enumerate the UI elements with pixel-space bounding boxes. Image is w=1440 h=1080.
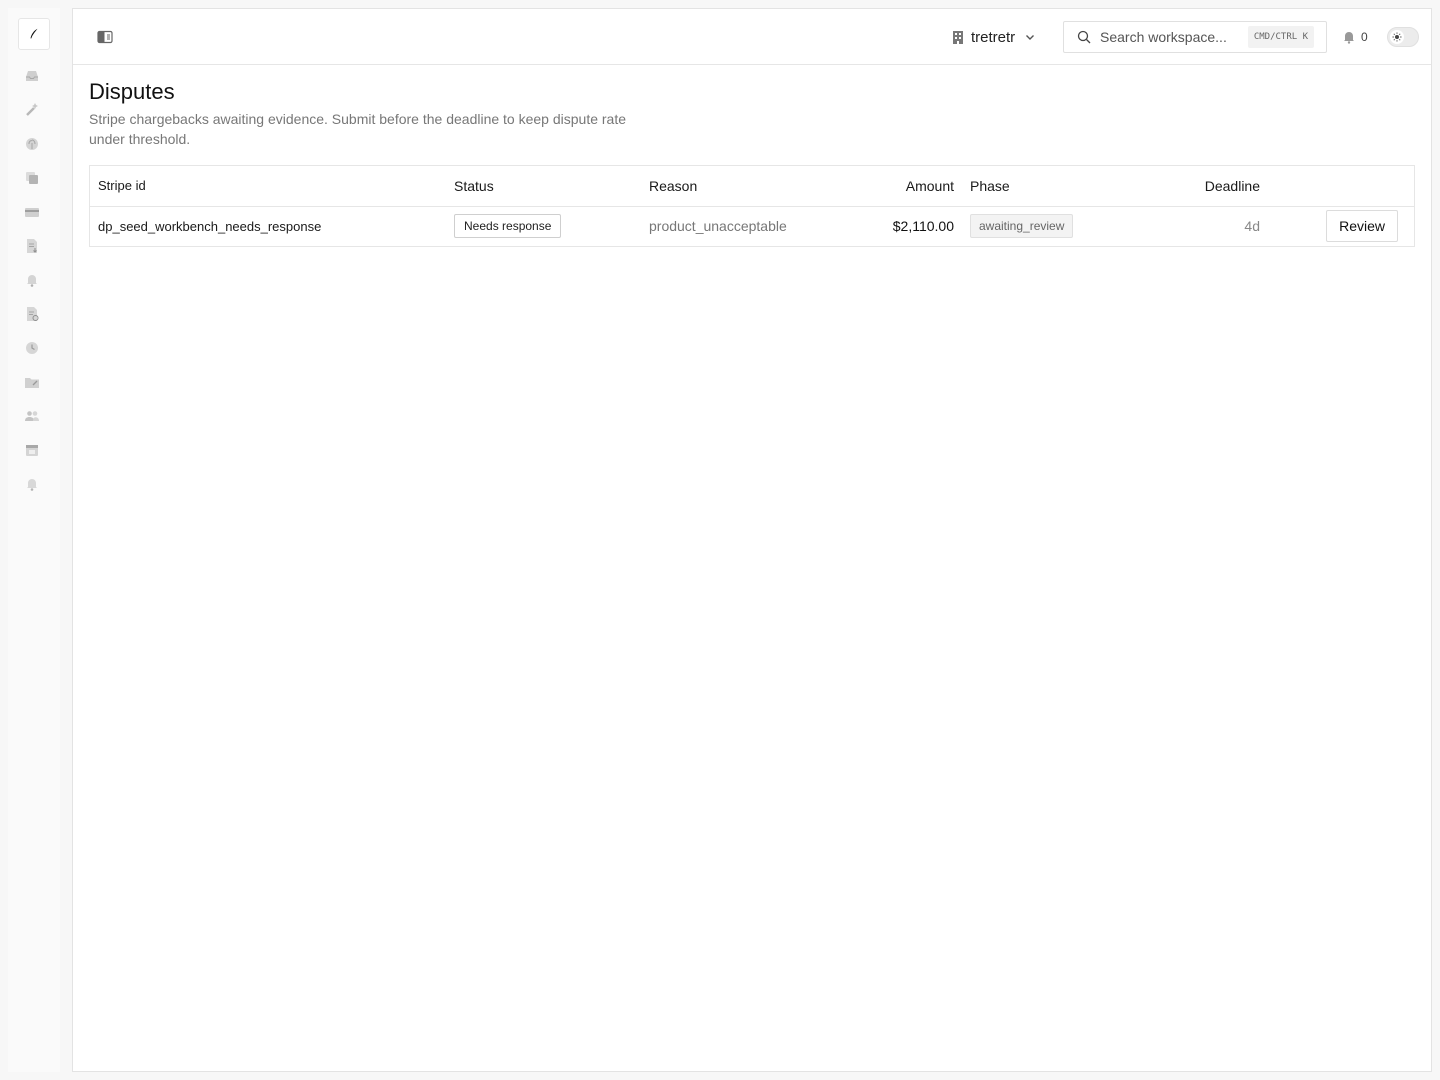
sidebar-item-alerts[interactable] [22, 270, 42, 290]
sidebar-item-fingerprint[interactable] [22, 134, 42, 154]
column-header-deadline: Deadline [1186, 166, 1268, 207]
cell-reason: product_unacceptable [649, 218, 787, 235]
toggle-sidebar-button[interactable] [95, 27, 115, 47]
cell-status: Needs response [446, 206, 641, 246]
credit-card-icon [25, 208, 39, 217]
sidebar-rail [8, 8, 60, 1072]
search-input[interactable]: Search workspace... CMD/CTRL K [1063, 21, 1327, 53]
document-refresh-icon [27, 307, 39, 321]
table-row[interactable]: dp_seed_workbench_needs_response Needs r… [90, 206, 1414, 246]
sidebar-item-reports[interactable] [22, 304, 42, 324]
notifications-button[interactable]: 0 [1343, 28, 1368, 46]
sidebar-item-files[interactable] [22, 372, 42, 392]
sun-icon [1392, 32, 1402, 42]
clock-icon [26, 342, 38, 354]
sidebar-item-payments[interactable] [22, 202, 42, 222]
search-placeholder: Search workspace... [1100, 29, 1227, 45]
sidebar-item-calendar[interactable] [22, 440, 42, 460]
column-header-action [1268, 166, 1414, 207]
document-download-icon [27, 239, 37, 253]
app-logo[interactable] [18, 18, 50, 50]
review-button[interactable]: Review [1326, 210, 1398, 243]
inbox-icon [26, 71, 38, 81]
sidebar-item-notifications[interactable] [22, 474, 42, 494]
cell-phase: awaiting_review [962, 206, 1186, 246]
calendar-icon [26, 445, 38, 456]
main-panel: tretretr Search workspace... CMD/CTRL K … [72, 8, 1432, 1072]
search-icon [1076, 29, 1092, 45]
theme-toggle[interactable] [1387, 27, 1419, 47]
sidebar-item-history[interactable] [22, 338, 42, 358]
fingerprint-icon [26, 138, 38, 150]
search-shortcut-hint: CMD/CTRL K [1247, 26, 1314, 48]
page-description: Stripe chargebacks awaiting evidence. Su… [89, 111, 627, 147]
cell-stripe-id: dp_seed_workbench_needs_response [98, 218, 322, 234]
column-header-status: Status [446, 166, 641, 207]
top-header: tretretr Search workspace... CMD/CTRL K … [73, 9, 1431, 65]
sidebar-item-copy[interactable] [22, 168, 42, 188]
column-header-amount: Amount [831, 166, 962, 207]
status-badge: Needs response [454, 214, 562, 239]
column-header-reason: Reason [641, 166, 831, 207]
cell-amount: $2,110.00 [892, 218, 954, 235]
feather-logo-icon [30, 28, 38, 39]
bell-icon [27, 275, 37, 287]
bell-icon [27, 479, 37, 491]
phase-badge: awaiting_review [970, 214, 1074, 239]
sidebar-item-inbox[interactable] [22, 66, 42, 86]
table-header-row: Stripe id Status Reason Amount Phase Dea… [90, 166, 1414, 207]
sidebar-item-wand[interactable] [22, 100, 42, 120]
theme-toggle-knob [1390, 30, 1404, 44]
bell-icon [1344, 32, 1354, 44]
notification-count: 0 [1361, 30, 1368, 44]
column-header-phase: Phase [962, 166, 1186, 207]
workspace-name: tretretr [971, 28, 1016, 46]
sidebar-item-team[interactable] [22, 406, 42, 426]
chevron-down-icon [1023, 30, 1037, 44]
sidebar-item-documents[interactable] [22, 236, 42, 256]
page-title: Disputes [89, 79, 175, 104]
wand-icon [26, 103, 38, 116]
folder-icon [25, 378, 39, 388]
workspace-switcher[interactable]: tretretr [951, 25, 1037, 49]
cell-deadline: 4d [1244, 218, 1260, 235]
column-header-stripe-id: Stripe id [90, 166, 446, 207]
copy-icon [26, 172, 38, 184]
building-icon [951, 29, 965, 45]
users-icon [25, 411, 39, 421]
sidebar-panel-icon [97, 30, 113, 44]
disputes-table: Stripe id Status Reason Amount Phase Dea… [89, 165, 1415, 247]
cell-action: Review [1268, 206, 1414, 246]
